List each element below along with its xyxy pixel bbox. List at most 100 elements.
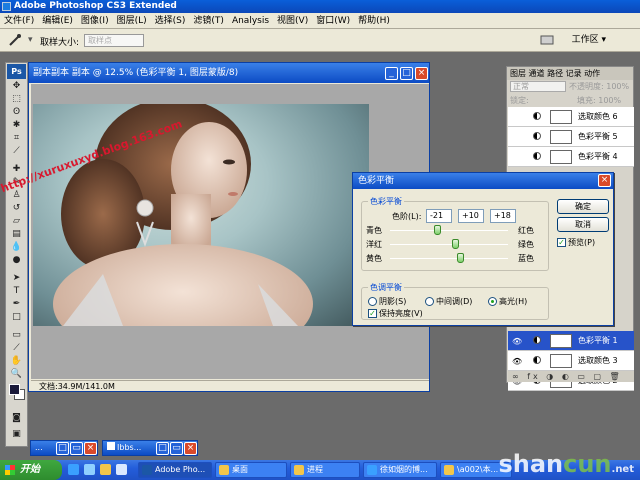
minimized-1-close-button[interactable]: × <box>84 442 97 455</box>
document-title-bar[interactable]: 副本副本 副本 @ 12.5% (色彩平衡 1, 图层蒙版/8) <box>29 63 429 83</box>
layer-mask-thumbnail[interactable] <box>550 150 572 164</box>
layer-row[interactable]: 👁 色彩平衡 1 <box>508 331 634 351</box>
menu-select[interactable]: 选择(S) <box>151 13 190 29</box>
visibility-eye-icon[interactable]: 👁 <box>512 357 522 366</box>
foreground-color-swatch[interactable] <box>9 384 20 395</box>
slider-track[interactable] <box>390 244 508 245</box>
minimized-1-maximize-button[interactable]: ▭ <box>70 442 83 455</box>
palette-tabs[interactable]: 图层 通道 路径 记录 动作 <box>507 67 633 80</box>
fill-field[interactable]: 填充: 100% <box>577 94 621 108</box>
layer-mask-thumbnail[interactable] <box>550 110 572 124</box>
menu-window[interactable]: 窗口(W) <box>312 13 354 29</box>
pen-tool-icon[interactable]: ✒ <box>10 299 23 310</box>
layer-row[interactable]: 色彩平衡 5 <box>508 127 634 147</box>
tool-preset-arrow[interactable]: ▾ <box>28 35 33 45</box>
layer-name[interactable]: 选取颜色 3 <box>578 355 618 366</box>
media-icon[interactable] <box>116 464 127 475</box>
quick-mask-icon[interactable]: ◙ <box>10 413 23 424</box>
level-cyan-red-input[interactable]: -21 <box>426 209 452 223</box>
taskbar-item-blog[interactable]: 徐如烟的博... <box>363 462 437 478</box>
preserve-luminosity-label[interactable]: 保持亮度(V) <box>379 308 423 319</box>
dialog-title-bar[interactable]: 色彩平衡 <box>353 173 613 189</box>
layer-name[interactable]: 色彩平衡 1 <box>578 335 618 346</box>
minimized-1-restore-button[interactable]: □ <box>56 442 69 455</box>
slider-track[interactable] <box>390 230 508 231</box>
shadows-label[interactable]: 阴影(S) <box>379 296 406 307</box>
document-close-button[interactable]: × <box>415 67 428 80</box>
level-yellow-blue-input[interactable]: +18 <box>490 209 516 223</box>
photoshop-logo[interactable]: Ps <box>7 64 26 79</box>
screen-mode-icon[interactable]: ▣ <box>10 429 23 440</box>
preserve-luminosity-checkbox[interactable]: ✓ <box>368 309 377 318</box>
menu-file[interactable]: 文件(F) <box>0 13 38 29</box>
minimized-2-maximize-button[interactable]: ▭ <box>170 442 183 455</box>
layer-row[interactable]: 👁 选取颜色 3 <box>508 351 634 371</box>
level-magenta-green-input[interactable]: +10 <box>458 209 484 223</box>
document-maximize-button[interactable]: □ <box>400 67 413 80</box>
eraser-tool-icon[interactable]: ▱ <box>10 216 23 227</box>
minimized-2-close-button[interactable]: × <box>184 442 197 455</box>
move-tool-icon[interactable]: ✥ <box>10 81 23 92</box>
ie-icon[interactable] <box>68 464 79 475</box>
menu-help[interactable]: 帮助(H) <box>354 13 394 29</box>
highlights-radio[interactable] <box>488 297 497 306</box>
brushes-palette-icon[interactable] <box>540 34 554 46</box>
layer-row[interactable]: 选取颜色 6 <box>508 107 634 127</box>
layer-name[interactable]: 色彩平衡 5 <box>578 131 618 142</box>
layer-mask-thumbnail[interactable] <box>550 130 572 144</box>
slider-track[interactable] <box>390 258 508 259</box>
menu-view[interactable]: 视图(V) <box>273 13 312 29</box>
visibility-eye-icon[interactable]: 👁 <box>512 337 522 346</box>
palette-bottom-bar[interactable]: ∞ fx ◑ ◐ ▭ ▢ 🗑 <box>508 371 634 382</box>
slider-thumb[interactable] <box>451 239 459 249</box>
marquee-tool-icon[interactable]: ⬚ <box>10 94 23 105</box>
shape-tool-icon[interactable]: □ <box>10 312 23 323</box>
blur-tool-icon[interactable]: 💧 <box>10 242 23 253</box>
notes-tool-icon[interactable]: ▭ <box>10 330 23 341</box>
lasso-tool-icon[interactable]: ʘ <box>10 107 23 118</box>
cancel-button[interactable]: 取消 <box>557 217 609 232</box>
history-brush-tool-icon[interactable]: ↺ <box>10 203 23 214</box>
slice-tool-icon[interactable]: ⟋ <box>10 146 23 157</box>
taskbar-item-process[interactable]: 进程 <box>290 462 360 478</box>
midtones-radio[interactable] <box>425 297 434 306</box>
preview-label[interactable]: 预览(P) <box>568 237 595 248</box>
blend-mode-select[interactable]: 正常 <box>510 81 566 92</box>
slider-thumb[interactable] <box>433 225 441 235</box>
healing-brush-tool-icon[interactable]: ✚ <box>10 164 23 175</box>
magic-wand-tool-icon[interactable]: ✱ <box>10 120 23 131</box>
crop-tool-icon[interactable]: ⌗ <box>10 133 23 144</box>
path-selection-tool-icon[interactable]: ➤ <box>10 273 23 284</box>
opacity-field[interactable]: 不透明度: 100% <box>569 80 629 94</box>
ok-button[interactable]: 确定 <box>557 199 609 214</box>
preview-checkbox[interactable]: ✓ <box>557 238 566 247</box>
menu-image[interactable]: 图像(I) <box>77 13 113 29</box>
minimized-2-restore-button[interactable]: □ <box>156 442 169 455</box>
explorer-icon[interactable] <box>100 464 111 475</box>
gradient-tool-icon[interactable]: ▤ <box>10 229 23 240</box>
highlights-label[interactable]: 高光(H) <box>499 296 527 307</box>
dialog-close-button[interactable]: × <box>598 174 611 187</box>
zoom-tool-icon[interactable]: 🔍 <box>10 369 23 380</box>
photo-canvas[interactable] <box>33 104 369 326</box>
eyedropper-tool-icon[interactable] <box>8 34 22 46</box>
layer-mask-thumbnail[interactable] <box>550 354 572 368</box>
menu-edit[interactable]: 编辑(E) <box>38 13 77 29</box>
layer-name[interactable]: 色彩平衡 4 <box>578 151 618 162</box>
layer-mask-thumbnail[interactable] <box>550 334 572 348</box>
workspace-button[interactable]: 工作区 ▾ <box>572 33 606 48</box>
sample-size-select[interactable]: 取样点 <box>84 34 144 47</box>
layer-name[interactable]: 选取颜色 6 <box>578 111 618 122</box>
menu-layer[interactable]: 图层(L) <box>113 13 151 29</box>
slider-thumb[interactable] <box>456 253 464 263</box>
type-tool-icon[interactable]: T <box>10 286 23 297</box>
menu-analysis[interactable]: Analysis <box>228 13 273 29</box>
eyedropper-toolbox-icon[interactable]: ⟋ <box>10 343 23 354</box>
show-desktop-icon[interactable] <box>84 464 95 475</box>
taskbar-item-photoshop[interactable]: Adobe Pho... <box>138 462 212 478</box>
taskbar-item-desktop[interactable]: 桌面 <box>215 462 287 478</box>
document-minimize-button[interactable]: _ <box>385 67 398 80</box>
start-button[interactable]: 开始 <box>0 460 62 480</box>
dodge-tool-icon[interactable]: ● <box>10 255 23 266</box>
midtones-label[interactable]: 中间调(D) <box>436 296 472 307</box>
